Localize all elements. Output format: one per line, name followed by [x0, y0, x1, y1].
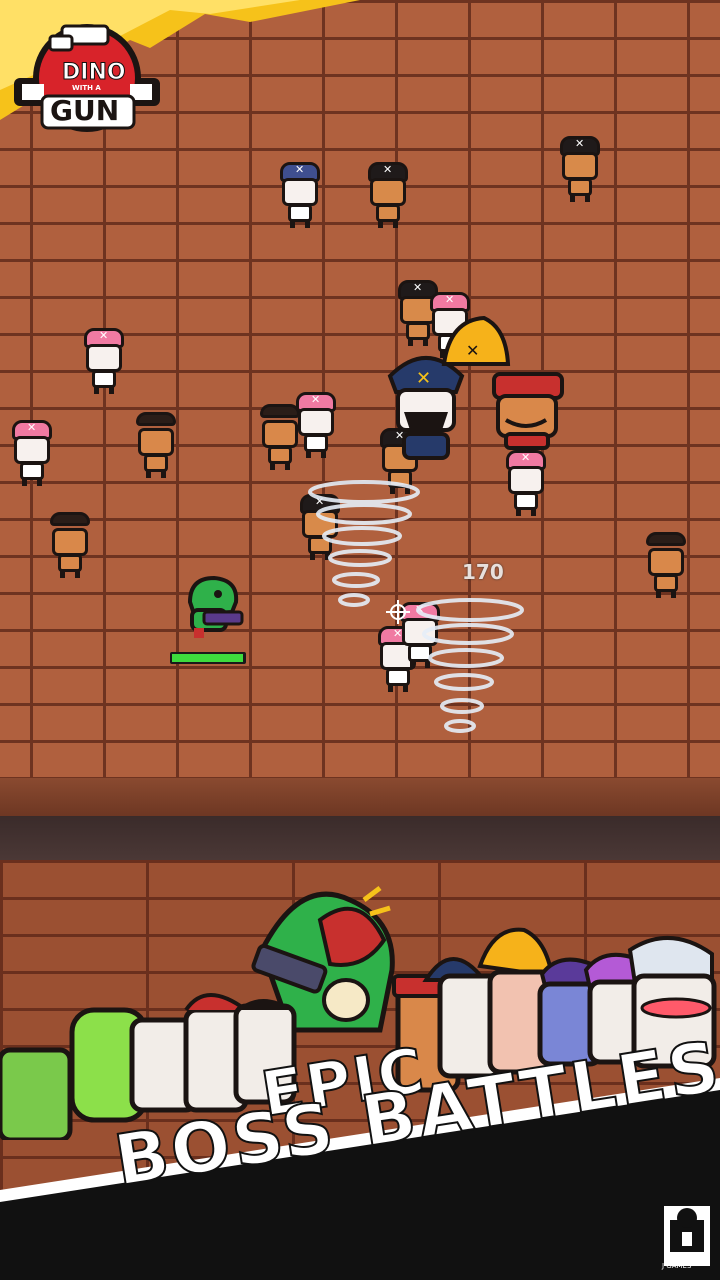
pirate-enemy: [558, 136, 602, 204]
red-hat-pirate-boss: [492, 372, 564, 450]
pirate-enemy: [48, 512, 92, 580]
player-health-bar: [170, 652, 246, 664]
pirate-enemy: [366, 162, 410, 230]
pirate-enemy: [504, 450, 548, 518]
svg-text:✕: ✕: [416, 368, 431, 389]
tornado-effect-icon: [416, 598, 524, 733]
wall-ledge: [0, 778, 720, 818]
pirate-enemy: [294, 392, 338, 460]
tornado-effect-icon: [308, 480, 420, 607]
pirate-enemy: [134, 412, 178, 480]
logo-text-gun: GUN: [50, 94, 120, 127]
dark-rail: [0, 816, 720, 860]
publisher-name-text: J GAMES: [662, 1262, 692, 1270]
crosshair-icon: [386, 600, 410, 624]
player-health-fill: [172, 654, 243, 662]
game-screen: DINO WITH A GUN ✕ ✕ ✕ ✕ ✕ ✕ ✕ ✕ ✕ ✕ ✕ ✕ …: [0, 0, 720, 1280]
logo-text-with-a: WITH A: [72, 84, 101, 92]
svg-text:✕: ✕: [466, 341, 479, 360]
dino-player-icon: [187, 575, 244, 638]
publisher-name: J GAMES: [662, 1262, 691, 1270]
pirate-enemy: [644, 532, 688, 600]
publisher-logo-icon: [664, 1206, 710, 1266]
pirate-enemy: [10, 420, 54, 488]
pirate-enemy: [82, 328, 126, 396]
pirate-enemy: [278, 162, 322, 230]
logo-text-dino: DINO: [62, 60, 127, 86]
damage-number: 170: [462, 560, 504, 584]
